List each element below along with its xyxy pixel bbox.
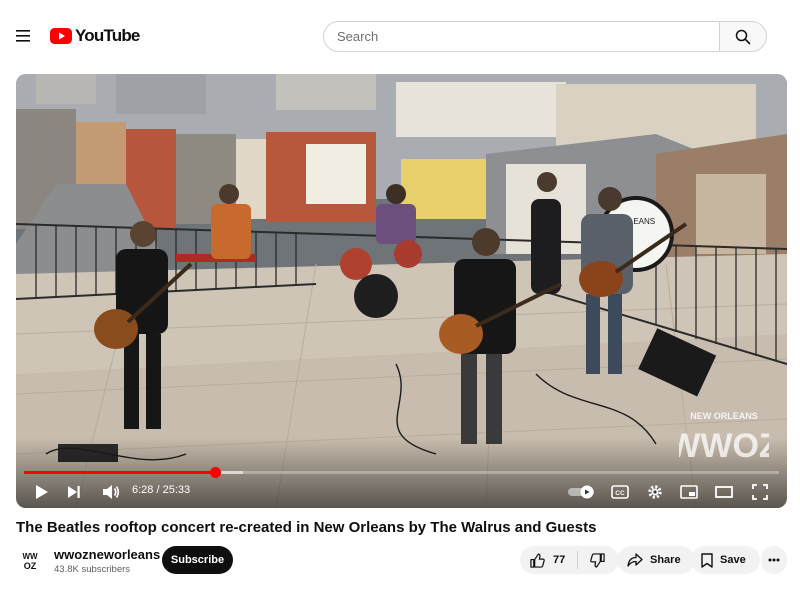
svg-text:WWOZ: WWOZ bbox=[679, 427, 769, 465]
next-button[interactable] bbox=[64, 481, 84, 503]
svg-text:CC: CC bbox=[615, 490, 625, 497]
like-dislike-group: 77 bbox=[520, 546, 620, 574]
channel-avatar[interactable]: WW OZ bbox=[16, 547, 44, 575]
video-player[interactable]: ORLEANS NEW ORLEANS WWO 6:28 / 25:33 CC bbox=[16, 74, 787, 508]
share-button[interactable]: Share bbox=[617, 546, 695, 574]
fullscreen-button[interactable] bbox=[749, 481, 771, 503]
more-icon bbox=[768, 558, 780, 562]
search-input[interactable] bbox=[337, 29, 720, 44]
svg-text:OZ: OZ bbox=[24, 561, 37, 571]
save-label: Save bbox=[720, 554, 746, 566]
youtube-logo-icon bbox=[50, 28, 72, 44]
progress-played bbox=[24, 471, 215, 474]
autoplay-toggle[interactable] bbox=[568, 481, 596, 503]
captions-button[interactable]: CC bbox=[610, 481, 630, 503]
progress-bar[interactable] bbox=[24, 467, 779, 478]
video-title: The Beatles rooftop concert re-created i… bbox=[16, 519, 597, 536]
save-icon bbox=[701, 552, 713, 568]
wwoz-logo-icon: WW OZ bbox=[22, 552, 38, 571]
time-display: 6:28 / 25:33 bbox=[132, 484, 190, 496]
channel-name[interactable]: wwozneworleans bbox=[54, 547, 160, 562]
subscriber-count: 43.8K subscribers bbox=[54, 564, 131, 575]
play-icon bbox=[36, 485, 48, 499]
logo-text: YouTube bbox=[75, 26, 140, 45]
volume-icon bbox=[103, 485, 120, 499]
like-count: 77 bbox=[553, 554, 566, 566]
progress-scrubber[interactable] bbox=[210, 467, 221, 478]
more-actions-button[interactable] bbox=[761, 546, 787, 574]
youtube-logo[interactable]: YouTube bbox=[50, 26, 140, 46]
masthead: YouTube bbox=[0, 0, 800, 72]
search-box[interactable] bbox=[323, 21, 720, 52]
miniplayer-button[interactable] bbox=[678, 481, 700, 503]
subscribe-button[interactable]: Subscribe bbox=[162, 546, 233, 574]
dislike-button[interactable] bbox=[578, 546, 619, 574]
duration: 25:33 bbox=[162, 484, 191, 496]
captions-icon: CC bbox=[611, 485, 629, 499]
menu-button[interactable] bbox=[10, 22, 38, 50]
share-icon bbox=[627, 553, 643, 567]
current-time: 6:28 bbox=[132, 484, 154, 496]
next-icon bbox=[68, 486, 80, 498]
time-separator: / bbox=[156, 484, 160, 496]
share-label: Share bbox=[650, 554, 681, 566]
like-button[interactable]: 77 bbox=[520, 546, 577, 574]
dislike-icon bbox=[590, 552, 605, 568]
fullscreen-icon bbox=[752, 484, 768, 500]
svg-text:WW: WW bbox=[22, 552, 38, 561]
like-icon bbox=[530, 552, 545, 568]
settings-button[interactable] bbox=[645, 481, 665, 503]
menu-icon bbox=[16, 30, 30, 42]
settings-icon bbox=[648, 485, 662, 499]
search-button[interactable] bbox=[719, 21, 767, 52]
play-button[interactable] bbox=[32, 481, 52, 503]
svg-text:NEW ORLEANS: NEW ORLEANS bbox=[690, 411, 758, 421]
wwoz-watermark: NEW ORLEANS WWOZ bbox=[679, 411, 769, 465]
theater-mode-button[interactable] bbox=[713, 481, 735, 503]
volume-button[interactable] bbox=[100, 481, 122, 503]
theater-icon bbox=[715, 486, 733, 498]
miniplayer-icon bbox=[680, 485, 698, 499]
search-icon bbox=[735, 29, 751, 44]
autoplay-toggle-icon bbox=[568, 485, 594, 499]
save-button[interactable]: Save bbox=[691, 546, 760, 574]
